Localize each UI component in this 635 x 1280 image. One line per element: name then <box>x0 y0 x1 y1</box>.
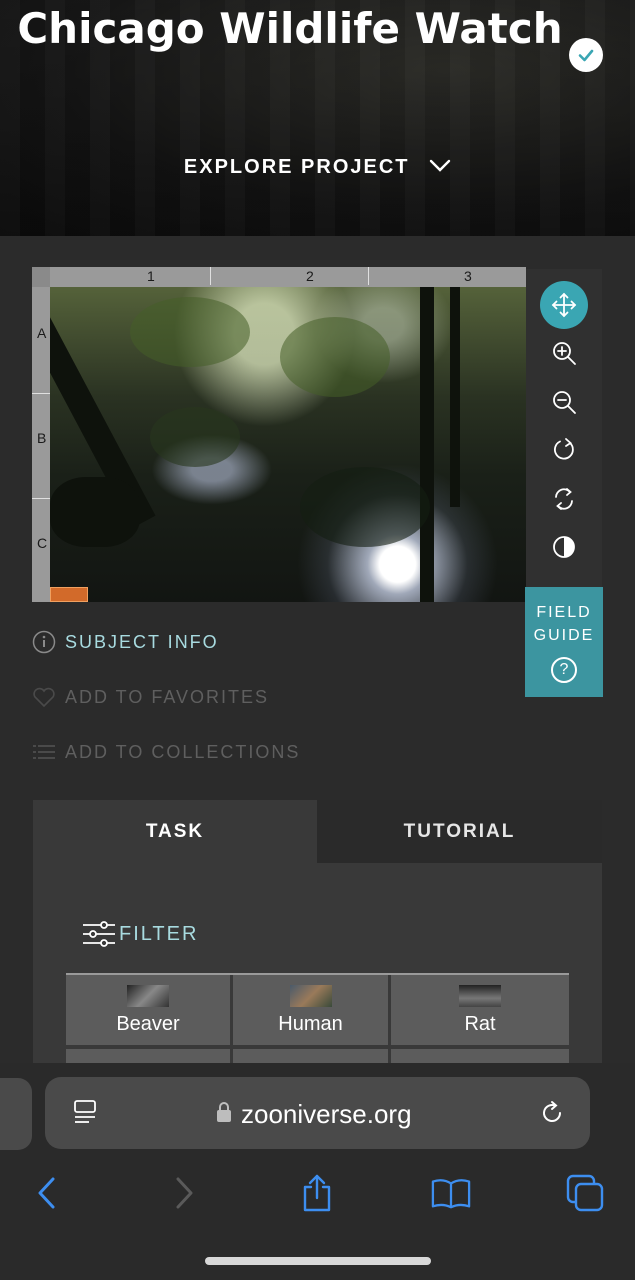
choice-beaver[interactable]: Beaver <box>66 975 230 1045</box>
list-icon <box>32 740 56 764</box>
help-icon: ? <box>551 657 577 683</box>
info-icon <box>32 630 56 654</box>
heart-icon <box>32 685 56 709</box>
tabs-icon <box>566 1174 604 1212</box>
tree-trunk <box>450 287 460 507</box>
choice-label: Beaver <box>116 1013 180 1035</box>
field-guide-line2: GUIDE <box>533 627 595 644</box>
ruler-columns: 1 2 3 <box>50 267 526 287</box>
field-guide-button[interactable]: FIELD GUIDE ? <box>525 587 603 697</box>
reader-icon[interactable] <box>73 1099 99 1132</box>
foliage <box>300 467 430 547</box>
tree-trunk <box>420 287 434 602</box>
choice-rat[interactable]: Rat <box>391 975 569 1045</box>
zoom-out-icon <box>553 391 576 414</box>
ruler-row-a: A <box>37 325 47 341</box>
choice-label: Rat <box>464 1013 496 1035</box>
field-guide-line1: FIELD <box>536 604 592 621</box>
tab-task[interactable]: TASK <box>33 800 317 863</box>
add-to-favorites-label: ADD TO FAVORITES <box>65 686 270 707</box>
browser-chrome: zooniverse.org <box>0 1063 635 1280</box>
chevron-down-icon <box>429 156 451 179</box>
choice-human[interactable]: Human <box>233 975 388 1045</box>
share-button[interactable] <box>297 1173 337 1213</box>
chevron-right-icon <box>176 1177 193 1209</box>
home-indicator <box>205 1257 431 1265</box>
tabs-button[interactable] <box>565 1173 605 1213</box>
chevron-left-icon <box>38 1177 55 1209</box>
previous-tab-preview[interactable] <box>0 1078 32 1150</box>
reset-button[interactable] <box>540 475 588 523</box>
beaver-thumbnail <box>127 985 169 1007</box>
ruler-rows: A B C <box>32 287 50 602</box>
subject-viewer[interactable]: 1 2 3 A B C <box>32 267 526 602</box>
verified-check-icon <box>569 38 603 72</box>
zoom-in-button[interactable] <box>540 329 588 377</box>
explore-project-label: EXPLORE PROJECT <box>183 156 410 179</box>
ruler-col-3: 3 <box>464 268 472 284</box>
move-icon <box>551 292 577 318</box>
move-tool-button[interactable] <box>540 281 588 329</box>
add-to-collections-button[interactable]: ADD TO COLLECTIONS <box>32 737 300 767</box>
add-to-favorites-button[interactable]: ADD TO FAVORITES <box>32 682 269 712</box>
ruler-tick <box>210 267 211 285</box>
invert-button[interactable] <box>540 523 588 571</box>
lock-icon <box>216 1101 232 1128</box>
subject-image[interactable] <box>50 287 526 602</box>
sliders-icon <box>83 921 115 947</box>
field-guide-label: FIELD GUIDE <box>525 587 603 647</box>
ruler-col-2: 2 <box>306 268 314 284</box>
book-icon <box>431 1179 471 1209</box>
rat-thumbnail <box>459 985 501 1007</box>
ruler-tick <box>32 498 50 499</box>
back-button[interactable] <box>27 1173 67 1213</box>
project-title: Chicago Wildlife Watch <box>17 4 563 53</box>
foliage <box>130 297 250 367</box>
ruler-row-c: C <box>37 535 48 551</box>
reload-icon[interactable] <box>538 1099 566 1132</box>
zoom-out-button[interactable] <box>540 378 588 426</box>
choice-label: Human <box>278 1013 343 1035</box>
human-thumbnail <box>289 985 332 1007</box>
ruler-tick <box>368 267 369 285</box>
bookmarks-button[interactable] <box>431 1173 471 1213</box>
task-panel: TASK TUTORIAL FILTER Beaver Human Rat <box>33 800 602 1100</box>
filter-label: FILTER <box>119 922 199 945</box>
share-icon <box>303 1174 331 1212</box>
rotate-icon <box>554 438 574 460</box>
explore-project-button[interactable]: EXPLORE PROJECT <box>0 156 635 179</box>
add-to-collections-label: ADD TO COLLECTIONS <box>65 741 301 762</box>
foliage <box>150 407 240 467</box>
invert-icon <box>553 536 575 558</box>
tab-tutorial[interactable]: TUTORIAL <box>317 800 602 863</box>
foliage <box>280 317 390 397</box>
ruler-tick <box>32 393 50 394</box>
zoom-in-icon <box>553 342 576 365</box>
url-text: zooniverse.org <box>241 1099 412 1129</box>
viewer-toolbar <box>526 269 602 587</box>
ruler-col-1: 1 <box>147 268 155 284</box>
project-header: Chicago Wildlife Watch EXPLORE PROJECT <box>0 0 635 236</box>
subject-info-label: SUBJECT INFO <box>65 631 219 652</box>
reset-icon <box>555 488 573 510</box>
address-bar[interactable]: zooniverse.org <box>45 1077 590 1149</box>
rotate-button[interactable] <box>540 426 588 474</box>
filter-button[interactable]: FILTER <box>82 920 198 948</box>
subject-info-button[interactable]: SUBJECT INFO <box>32 627 219 657</box>
log <box>50 477 140 547</box>
forward-button[interactable] <box>164 1173 204 1213</box>
ruler-row-b: B <box>37 430 47 446</box>
image-corner-marker <box>50 587 88 602</box>
